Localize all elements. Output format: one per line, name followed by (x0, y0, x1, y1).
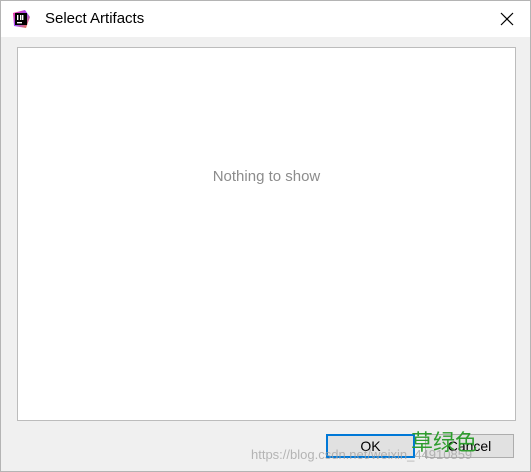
title-bar[interactable]: Select Artifacts (1, 1, 530, 37)
intellij-icon (11, 9, 31, 29)
close-button[interactable] (484, 1, 530, 37)
artifacts-list[interactable]: Nothing to show (17, 47, 516, 421)
ok-button[interactable]: OK (326, 434, 415, 458)
window-title: Select Artifacts (45, 10, 145, 27)
empty-state-text: Nothing to show (212, 168, 321, 185)
close-icon (500, 12, 514, 26)
select-artifacts-dialog: Select Artifacts Nothing to show OK Canc… (0, 0, 531, 472)
cancel-button[interactable]: Cancel (425, 434, 514, 458)
